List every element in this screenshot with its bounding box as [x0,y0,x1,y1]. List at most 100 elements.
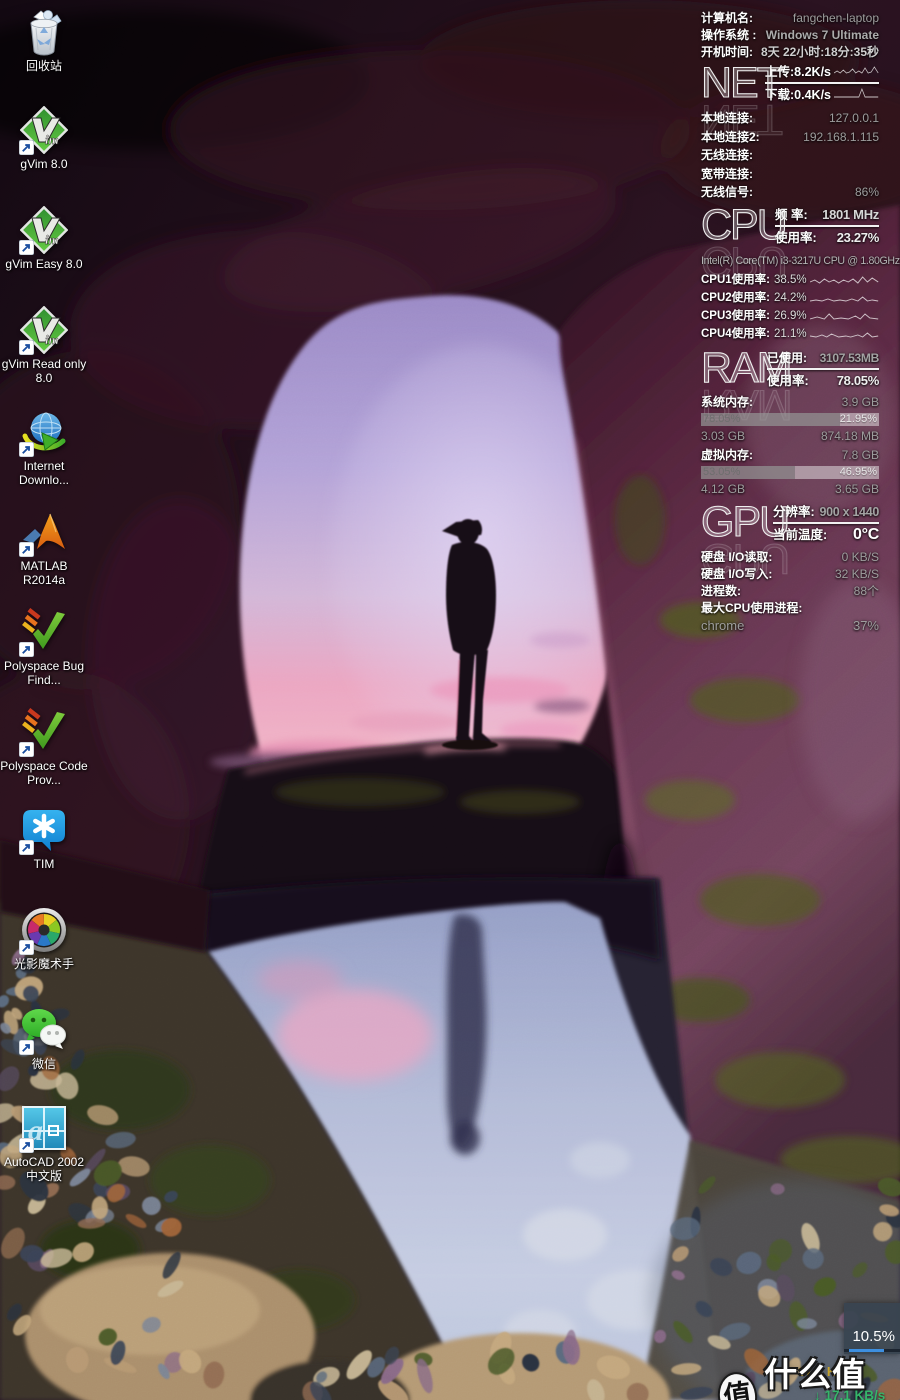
desktop-icon-label: 回收站 [0,59,88,73]
computer-name-value: fangchen-laptop [793,10,879,27]
cpu-usage-row: 使用率: 23.27% [775,229,879,247]
computer-name-label: 计算机名: [701,10,753,27]
gpu-section: GPU GPU 分辨率: 900 x 1440 当前温度: 0°C [701,503,879,544]
desktop-icon-polyspace-bug-finder[interactable]: Polyspace Bug Find... [0,608,88,687]
virt-mem-row: 虚拟内存: 7.8 GB [701,447,879,464]
desktop-icon-label: TIM [0,857,88,871]
cpu-core-sparkline [810,310,879,322]
computer-name-row: 计算机名: fangchen-laptop [701,10,879,27]
gvim-icon: im [20,306,68,354]
desktop: 回收站 im gVim 8.0 im gVim Easy 8.0 im gVim… [0,0,900,1400]
cpu-core-sparkline [810,292,879,304]
desktop-icon-gvim-readonly[interactable]: im gVim Read only 8.0 [0,306,88,385]
download-sparkline [834,87,879,99]
disk-read-value: 0 KB/S [842,549,879,566]
virt-mem-total: 7.8 GB [842,447,879,464]
top-process-name: chrome [701,617,744,635]
virt-mem-free-pct: 46.95% [840,466,877,479]
cpu-separator [775,225,879,227]
shortcut-arrow-icon [19,1040,34,1055]
desktop-icon-recycle-bin[interactable]: 回收站 [0,8,88,73]
desktop-icon-neoimaging[interactable]: 光影魔术手 [0,906,88,971]
connection-row: 无线连接: [701,146,879,165]
shortcut-arrow-icon [19,840,34,855]
autocad-icon: a [20,1104,68,1152]
sys-mem-used: 3.03 GB [701,428,745,445]
wechat-icon [20,1006,68,1054]
ram-section: RAM RAM 已使用: 3107.53MB 使用率: 78.05% [701,349,879,390]
process-count-label: 进程数: [701,583,741,600]
cpu-freq-value: 1801 MHz [822,206,879,224]
top-process-row: chrome 37% [701,617,879,635]
connection-row: 宽带连接: [701,165,879,184]
cpu-core-row: CPU3使用率: 26.9% [701,307,879,325]
os-label: 操作系统 : [701,27,756,44]
desktop-icon-autocad[interactable]: a AutoCAD 2002 中文版 [0,1104,88,1183]
virt-mem-bar: 53.05% 46.95% [701,466,879,479]
desktop-icon-label: AutoCAD 2002 中文版 [0,1155,88,1183]
sys-mem-used-pct: 78.05% [703,413,740,426]
gpu-res-value: 900 x 1440 [819,503,879,521]
desktop-icon-label: gVim 8.0 [0,157,88,171]
upload-value: 8.2K/s [794,65,831,79]
polyspace-icon [20,608,68,656]
sys-mem-free-pct: 21.95% [840,413,877,426]
smzdm-logo-icon: 值 [715,1370,760,1400]
desktop-icon-matlab[interactable]: MATLAB R2014a [0,508,88,587]
shortcut-arrow-icon [19,340,34,355]
gpu-res-row: 分辨率: 900 x 1440 [773,503,879,521]
virt-mem-free: 3.65 GB [835,481,879,498]
desktop-icon-label: Internet Downlo... [0,459,88,487]
download-row: 下载:0.4K/s [765,86,879,104]
desktop-icon-gvim[interactable]: im gVim 8.0 [0,106,88,171]
gpu-separator [773,522,879,524]
top-process-label-row: 最大CPU使用进程: [701,600,879,617]
sys-mem-free: 874.18 MB [821,428,879,445]
shortcut-arrow-icon [19,1138,34,1153]
desktop-icon-label: MATLAB R2014a [0,559,88,587]
sys-mem-bar: 78.05% 21.95% [701,413,879,426]
desktop-icon-idm[interactable]: Internet Downlo... [0,408,88,487]
cpu-core-sparkline [810,328,879,340]
gvim-icon: im [20,106,68,154]
matlab-icon [20,508,68,556]
sys-mem-values-row: 3.03 GB 874.18 MB [701,428,879,445]
upload-row: 上传:8.2K/s [765,63,879,81]
shortcut-arrow-icon [19,940,34,955]
desktop-icon-label: 光影魔术手 [0,957,88,971]
desktop-icon-label: gVim Read only 8.0 [0,357,88,385]
ram-used-value: 3107.53MB [820,349,879,367]
top-process-label: 最大CPU使用进程: [701,600,802,617]
desktop-icon-wechat[interactable]: 微信 [0,1006,88,1071]
gvim-icon: im [20,206,68,254]
shortcut-arrow-icon [19,542,34,557]
svg-text:im: im [45,332,59,347]
badge-percentage: 10.5% [852,1328,895,1345]
connection-row: 无线信号: 86% [701,183,879,202]
cpu-core-sparkline [810,274,879,286]
system-monitor-widget: 计算机名: fangchen-laptop 操作系统 : Windows 7 U… [701,10,879,635]
desktop-icon-polyspace-code-prover[interactable]: Polyspace Code Prov... [0,708,88,787]
idm-globe-icon [20,408,68,456]
recycle-bin-icon [20,8,68,56]
shortcut-arrow-icon [19,442,34,457]
virt-mem-values-row: 4.12 GB 3.65 GB [701,481,879,498]
desktop-icon-tim[interactable]: TIM [0,806,88,871]
net-section: NET NET 上传:8.2K/s 下载:0.4K/s [701,63,879,104]
svg-text:im: im [45,232,59,247]
process-count-row: 进程数: 88个 [701,583,879,600]
net-monitor-badge[interactable]: 10.5% [844,1303,900,1354]
ram-usage-value: 78.05% [837,372,879,390]
shortcut-arrow-icon [19,140,34,155]
gpu-temp-row: 当前温度: 0°C [773,526,879,544]
cpu-freq-row: 频 率: 1801 MHz [775,206,879,224]
os-row: 操作系统 : Windows 7 Ultimate [701,27,879,44]
svg-text:im: im [45,132,59,147]
cpu-core-row: CPU4使用率: 21.1% [701,325,879,343]
os-value: Windows 7 Ultimate [766,27,879,44]
desktop-icon-label: gVim Easy 8.0 [0,257,88,271]
shortcut-arrow-icon [19,642,34,657]
cpu-usage-value: 23.27% [837,229,879,247]
gpu-temp-value: 0°C [853,526,879,544]
desktop-icon-gvim-easy[interactable]: im gVim Easy 8.0 [0,206,88,271]
